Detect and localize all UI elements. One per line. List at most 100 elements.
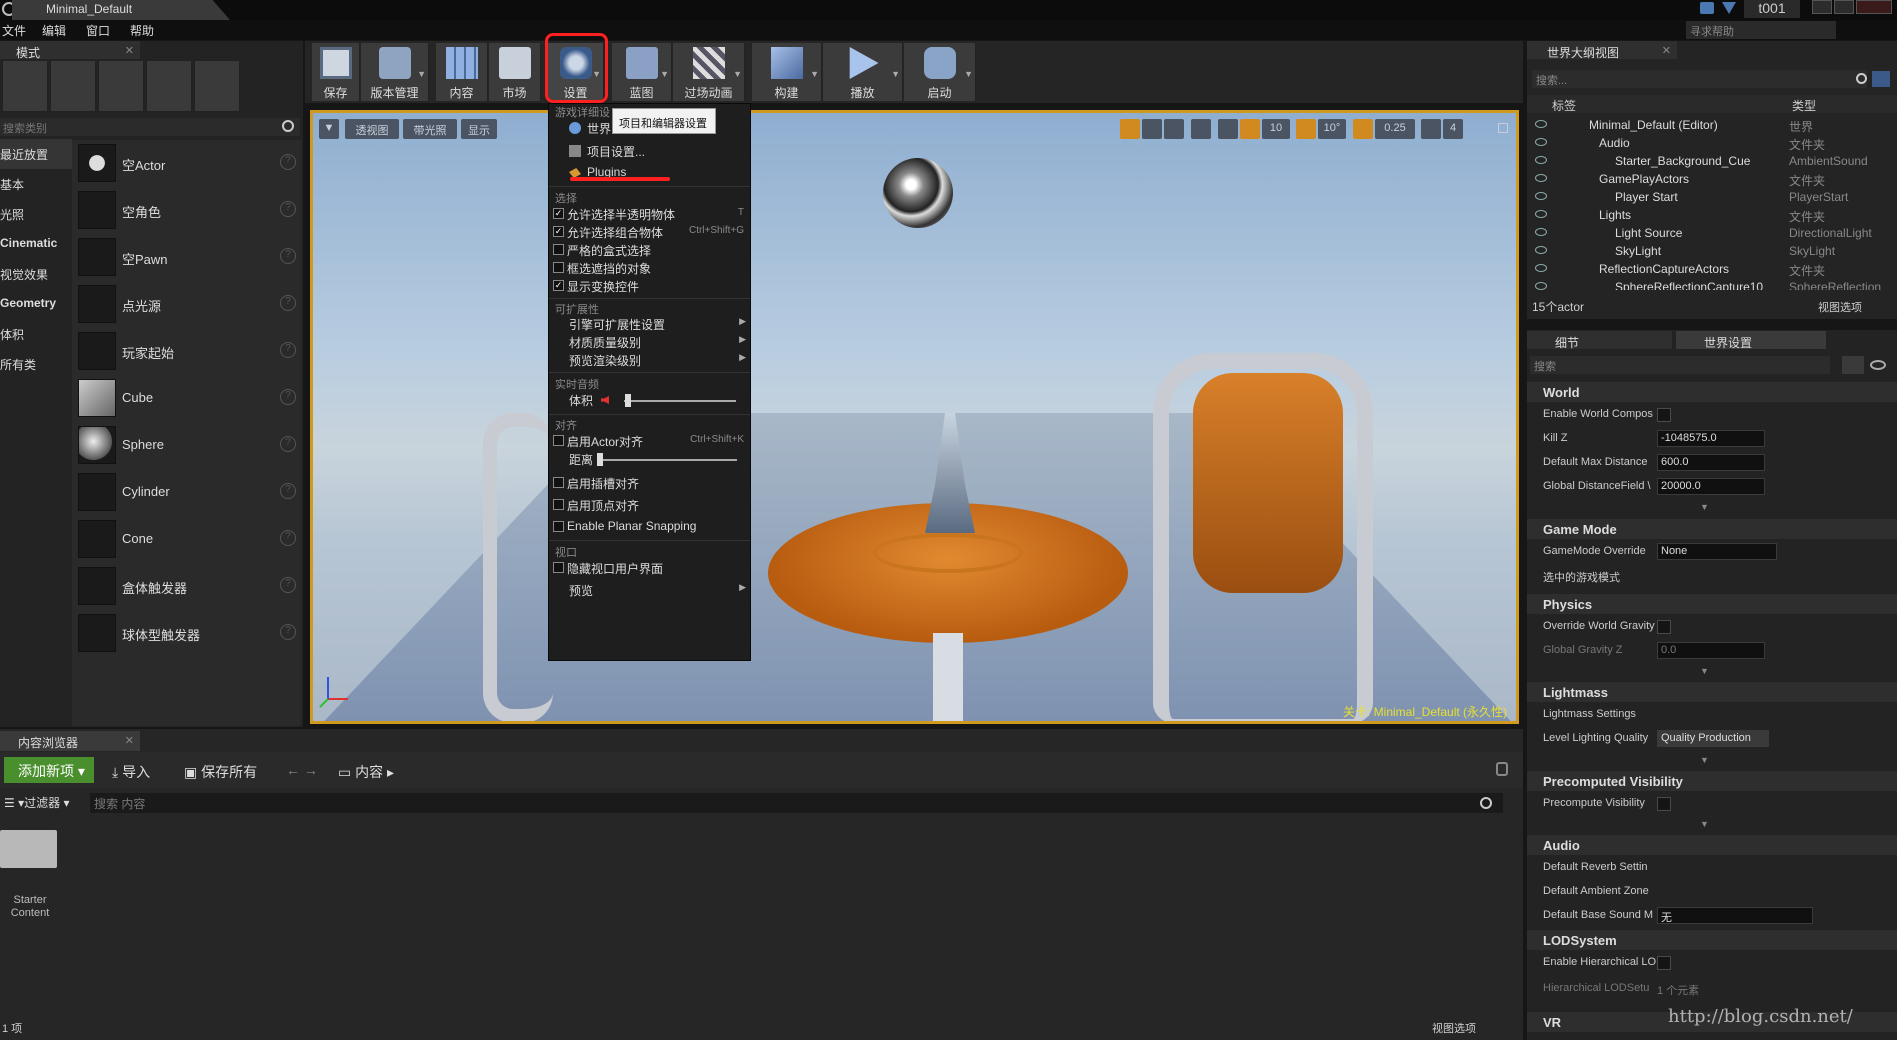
content-button[interactable]: 内容: [436, 43, 488, 101]
checkbox[interactable]: [1657, 408, 1671, 422]
place-item[interactable]: Cylinder?: [78, 470, 300, 516]
rotation-snap-value[interactable]: 10°: [1318, 119, 1346, 139]
play-button[interactable]: 播放 ▼: [823, 43, 903, 101]
import-button[interactable]: ⤓ 导入: [112, 762, 150, 782]
outliner-tab[interactable]: 世界大纲视图 ✕: [1527, 41, 1677, 60]
landscape-mode-icon[interactable]: [98, 60, 144, 112]
outliner-row[interactable]: Minimal_Default (Editor) 世界: [1527, 116, 1897, 134]
prop-selected-gamemode[interactable]: 选中的游戏模式: [1527, 564, 1897, 588]
outliner-row[interactable]: Lights 文件夹: [1527, 206, 1897, 224]
eye-icon[interactable]: [1870, 360, 1886, 370]
lighting-quality-dropdown[interactable]: Quality Production: [1657, 730, 1769, 747]
save-button[interactable]: 保存: [312, 43, 360, 101]
rotate-icon[interactable]: [1142, 119, 1162, 139]
details-search-input[interactable]: 搜索: [1530, 356, 1830, 374]
place-item[interactable]: Cube?: [78, 376, 300, 422]
paint-mode-icon[interactable]: [50, 60, 96, 112]
expand-advanced-icon[interactable]: ▼: [1700, 502, 1710, 512]
outliner-row[interactable]: ReflectionCaptureActors 文件夹: [1527, 260, 1897, 278]
outliner-row[interactable]: Light Source DirectionalLight: [1527, 224, 1897, 242]
category-visual-effects[interactable]: 视觉效果: [0, 259, 72, 289]
outliner-search-input[interactable]: 搜索...: [1532, 70, 1867, 88]
section-physics[interactable]: Physics: [1527, 594, 1897, 614]
outliner-row[interactable]: Starter_Background_Cue AmbientSound: [1527, 152, 1897, 170]
close-icon[interactable]: ✕: [125, 44, 134, 57]
visibility-eye-icon[interactable]: [1535, 120, 1547, 128]
source-control-button[interactable]: 版本管理 ▼: [361, 43, 429, 101]
section-precomputed-visibility[interactable]: Precomputed Visibility: [1527, 771, 1897, 791]
property-matrix-icon[interactable]: [1842, 356, 1864, 374]
user-badge[interactable]: t001: [1744, 0, 1800, 18]
geometry-mode-icon[interactable]: [194, 60, 240, 112]
engine-scalability-item[interactable]: 引擎可扩展性设置 ▶: [549, 314, 750, 334]
planar-snap-item[interactable]: Enable Planar Snapping: [549, 517, 750, 537]
world-settings-tab[interactable]: 世界设置: [1676, 331, 1826, 350]
volume-slider-handle[interactable]: [625, 394, 631, 407]
help-icon[interactable]: ?: [280, 248, 296, 264]
expand-advanced-icon[interactable]: ▼: [1700, 755, 1710, 765]
category-recent[interactable]: 最近放置: [0, 139, 72, 169]
build-button[interactable]: 构建 ▼: [752, 43, 822, 101]
section-world[interactable]: World: [1527, 382, 1897, 402]
place-item[interactable]: 盒体触发器?: [78, 564, 300, 610]
category-volumes[interactable]: 体积: [0, 319, 72, 349]
add-filter-icon[interactable]: [1872, 71, 1890, 87]
checkbox[interactable]: [1657, 956, 1671, 970]
help-icon[interactable]: ?: [280, 530, 296, 546]
outliner-row[interactable]: Audio 文件夹: [1527, 134, 1897, 152]
visibility-eye-icon[interactable]: [1535, 174, 1547, 182]
visibility-eye-icon[interactable]: [1535, 138, 1547, 146]
max-distance-input[interactable]: 600.0: [1657, 454, 1765, 471]
select-group-item[interactable]: ✓ 允许选择组合物体 Ctrl+Shift+G: [549, 222, 750, 242]
distance-field-input[interactable]: 20000.0: [1657, 478, 1765, 495]
outliner-view-options[interactable]: 视图选项: [1818, 299, 1862, 315]
visibility-eye-icon[interactable]: [1535, 228, 1547, 236]
visibility-eye-icon[interactable]: [1535, 246, 1547, 254]
add-new-button[interactable]: 添加新项 ▾: [4, 757, 94, 783]
help-search-input[interactable]: 寻求帮助: [1686, 21, 1836, 39]
lit-button[interactable]: 带光照: [403, 119, 457, 139]
close-icon[interactable]: ✕: [1662, 44, 1671, 57]
launch-button[interactable]: 启动 ▼: [904, 43, 976, 101]
base-sound-dropdown[interactable]: 无: [1657, 907, 1813, 924]
visibility-eye-icon[interactable]: [1535, 282, 1547, 290]
notification-icon[interactable]: [1700, 2, 1714, 14]
place-search-input[interactable]: 搜索类别: [0, 118, 300, 136]
checkbox[interactable]: [553, 521, 564, 532]
maximize-viewport-icon[interactable]: [1498, 123, 1508, 133]
expand-advanced-icon[interactable]: ▼: [1700, 819, 1710, 829]
category-all-classes[interactable]: 所有类: [0, 349, 72, 379]
maximize-icon[interactable]: [1834, 0, 1854, 14]
visibility-eye-icon[interactable]: [1535, 210, 1547, 218]
place-item[interactable]: 空角色?: [78, 188, 300, 234]
path-breadcrumb[interactable]: ▭ 内容 ▸: [338, 762, 394, 782]
cinematics-button[interactable]: 过场动画 ▼: [673, 43, 745, 101]
back-forward-icon[interactable]: ← →: [286, 762, 318, 778]
material-quality-item[interactable]: 材质质量级别 ▶: [549, 332, 750, 352]
checkbox[interactable]: [553, 499, 564, 510]
speaker-icon[interactable]: [601, 396, 609, 404]
place-item[interactable]: Cone?: [78, 517, 300, 563]
gravity-input[interactable]: 0.0: [1657, 642, 1765, 659]
grid-snap-icon[interactable]: [1240, 119, 1260, 139]
help-icon[interactable]: ?: [280, 624, 296, 640]
checkbox[interactable]: ✓: [553, 208, 564, 219]
category-basic[interactable]: 基本: [0, 169, 72, 199]
menu-file[interactable]: 文件: [2, 22, 26, 39]
visibility-eye-icon[interactable]: [1535, 264, 1547, 272]
filters-button[interactable]: ☰ ▾过滤器 ▾: [4, 794, 70, 811]
menu-edit[interactable]: 编辑: [42, 22, 66, 39]
checkbox[interactable]: [553, 244, 564, 255]
socket-snap-item[interactable]: 启用插槽对齐: [549, 473, 750, 493]
outliner-row[interactable]: Player Start PlayerStart: [1527, 188, 1897, 206]
column-type[interactable]: 类型: [1792, 97, 1816, 114]
close-icon[interactable]: ✕: [125, 734, 134, 747]
lock-icon[interactable]: [1496, 762, 1508, 776]
menu-window[interactable]: 窗口: [86, 22, 110, 39]
project-settings-item[interactable]: 项目设置...: [549, 141, 750, 161]
surface-snap-icon[interactable]: [1218, 119, 1238, 139]
blueprint-button[interactable]: 蓝图 ▼: [612, 43, 672, 101]
prop-hlod-setup[interactable]: Hierarchical LODSetu 1 个元素: [1527, 977, 1897, 1001]
viewport-options-button[interactable]: ▼: [319, 119, 339, 139]
minimize-icon[interactable]: [1812, 0, 1832, 14]
